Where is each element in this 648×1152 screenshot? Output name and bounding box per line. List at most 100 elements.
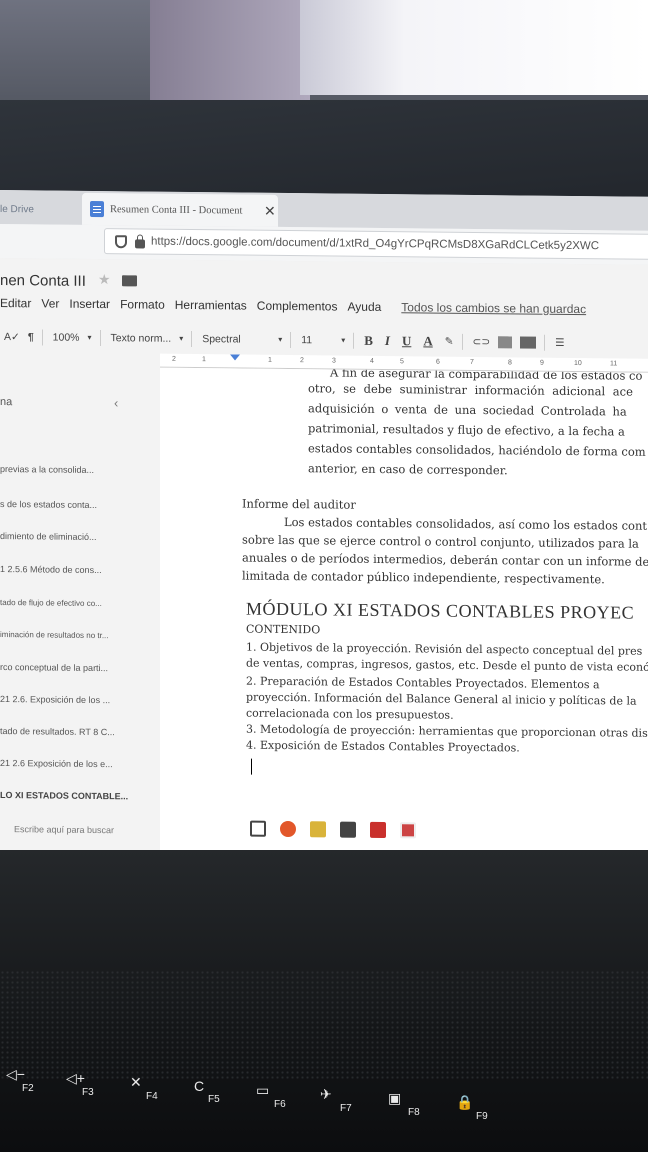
document-title[interactable]: nen Conta III [0, 272, 86, 290]
airplane-icon: ✈ [320, 1086, 332, 1102]
doc-line: patrimonial, resultados y flujo de efect… [308, 421, 625, 439]
url-input[interactable]: https://docs.google.com/document/d/1xtRd… [104, 228, 648, 260]
outline-item[interactable]: tado de resultados. RT 8 C... [0, 726, 150, 738]
monitor-bezel [0, 100, 648, 200]
menu-bar: Editar Ver Insertar Formato Herramientas… [0, 296, 586, 316]
firefox-icon[interactable] [280, 820, 296, 838]
key-label: F2 [22, 1083, 34, 1094]
contenido-label: CONTENIDO [246, 622, 321, 637]
doc-line: adquisición o venta de una sociedad Cont… [308, 401, 627, 419]
ruler-label: 2 [300, 357, 304, 365]
text-color-button[interactable]: A [423, 333, 432, 349]
ruler-label: 7 [470, 358, 474, 366]
key-f7[interactable]: ✈ F7 [320, 1086, 352, 1114]
image-icon[interactable] [520, 336, 537, 349]
doc-line: de ventas, compras, ingresos, gastos, et… [246, 656, 648, 674]
ruler-label: 4 [370, 357, 374, 365]
ruler-label: 6 [436, 358, 440, 366]
key-f5[interactable]: C F5 [194, 1078, 220, 1105]
doc-line: sobre las que se ejerce control o contro… [242, 532, 639, 551]
menu-ayuda[interactable]: Ayuda [347, 300, 381, 314]
menu-editar[interactable]: Editar [0, 296, 31, 310]
key-f4[interactable]: ✕ F4 [130, 1074, 158, 1102]
folder-icon[interactable] [122, 275, 137, 287]
style-select[interactable]: Texto norm... [111, 332, 184, 345]
italic-button[interactable]: I [385, 333, 390, 349]
key-label: F9 [476, 1111, 488, 1122]
zoom-select[interactable]: 100% [53, 332, 92, 344]
outline-item[interactable]: previas a la consolida... [0, 464, 150, 476]
highlight-icon[interactable]: ✎ [445, 336, 454, 348]
outline-item[interactable]: dimiento de eliminació... [0, 531, 150, 543]
refresh-icon: C [194, 1078, 205, 1094]
laptop-screen: le Drive Resumen Conta III - Document ✕ … [0, 190, 648, 857]
display-icon: ▭ [256, 1082, 270, 1098]
menu-ver[interactable]: Ver [41, 296, 59, 310]
outline-item[interactable]: rco conceptual de la parti... [0, 662, 150, 674]
ruler-label: 10 [574, 360, 582, 368]
key-f3[interactable]: ◁+ F3 [66, 1070, 94, 1098]
key-label: F4 [146, 1091, 158, 1102]
tab-drive[interactable]: le Drive [0, 204, 34, 215]
task-view-icon[interactable] [250, 820, 266, 837]
font-select[interactable]: Spectral [202, 333, 282, 346]
pdf-reader-icon[interactable] [370, 821, 386, 839]
key-f6[interactable]: ▭ F6 [256, 1082, 286, 1110]
comment-icon[interactable] [498, 336, 513, 349]
doc-line: anuales o de períodos intermedios, deber… [242, 550, 648, 569]
app-icon[interactable] [340, 821, 356, 838]
bold-button[interactable]: B [364, 333, 373, 349]
save-status-link[interactable]: Todos los cambios se han guardac [401, 300, 586, 316]
docs-app: nen Conta III ★ Editar Ver Insertar Form… [0, 258, 648, 857]
taskbar-search[interactable]: Escribe aquí para buscar [14, 824, 114, 835]
key-f2[interactable]: ◁− F2 [6, 1066, 34, 1094]
outline-item[interactable]: 21 2.6 Exposición de los e... [0, 758, 150, 770]
outline-item[interactable]: 21 2.6. Exposición de los ... [0, 694, 150, 706]
key-label: F6 [274, 1099, 286, 1110]
spellcheck-icon[interactable]: A✓ [4, 331, 20, 343]
key-label: F5 [208, 1094, 220, 1105]
toolbar-divider [461, 333, 463, 350]
doc-line: 1. Objetivos de la proyección. Revisión … [246, 640, 643, 658]
tab-title: Resumen Conta III - Document [110, 203, 243, 217]
toolbar-divider [544, 334, 546, 351]
outline-item[interactable]: tado de flujo de efectivo co... [0, 598, 150, 609]
toolbar-divider [41, 329, 43, 346]
outline-item[interactable]: 1 2.5.6 Método de cons... [0, 564, 150, 576]
doc-line: 3. Metodología de proyección: herramient… [246, 722, 648, 740]
lock-icon[interactable] [135, 238, 145, 249]
camera-off-icon: ▣ [388, 1090, 402, 1106]
star-icon[interactable]: ★ [98, 271, 111, 288]
align-icon[interactable]: ☰ [555, 337, 564, 349]
document-app-icon[interactable] [400, 822, 416, 839]
outline-item[interactable]: iminación de resultados no tr... [0, 630, 150, 641]
tab-google-doc[interactable]: Resumen Conta III - Document ✕ [82, 192, 278, 227]
key-f9[interactable]: 🔒 F9 [456, 1094, 488, 1122]
document-outline: na ‹ previas a la consolida... s de los … [0, 366, 160, 852]
ruler-label: 5 [400, 358, 404, 366]
paint-format-icon[interactable]: ¶ [28, 331, 34, 343]
outline-item[interactable]: s de los estados conta... [0, 499, 150, 511]
menu-complementos[interactable]: Complementos [257, 299, 338, 314]
indent-marker[interactable] [230, 354, 240, 360]
font-size-select[interactable]: 11 [301, 334, 345, 346]
shield-icon[interactable] [115, 234, 127, 248]
key-f8[interactable]: ▣ F8 [388, 1090, 420, 1118]
volume-up-icon: ◁+ [66, 1070, 85, 1086]
toolbar-divider [99, 330, 101, 347]
outline-item-current[interactable]: LO XI ESTADOS CONTABLE... [0, 790, 150, 802]
link-icon[interactable]: ⊂⊃ [473, 336, 491, 348]
document-page[interactable]: A fin de asegurar la comparabilidad de l… [160, 367, 648, 857]
doc-line: 2. Preparación de Estados Contables Proy… [246, 674, 600, 692]
outline-header: na [0, 396, 13, 409]
key-label: F7 [340, 1103, 352, 1114]
underline-button[interactable]: U [402, 333, 411, 349]
menu-herramientas[interactable]: Herramientas [175, 298, 247, 313]
volume-down-icon: ◁− [6, 1066, 25, 1082]
file-explorer-icon[interactable] [310, 821, 326, 838]
menu-insertar[interactable]: Insertar [69, 297, 110, 311]
close-icon[interactable]: ✕ [264, 202, 276, 219]
chevron-left-icon[interactable]: ‹ [114, 395, 118, 410]
menu-formato[interactable]: Formato [120, 297, 165, 311]
doc-line: anterior, en caso de corresponder. [308, 461, 508, 478]
